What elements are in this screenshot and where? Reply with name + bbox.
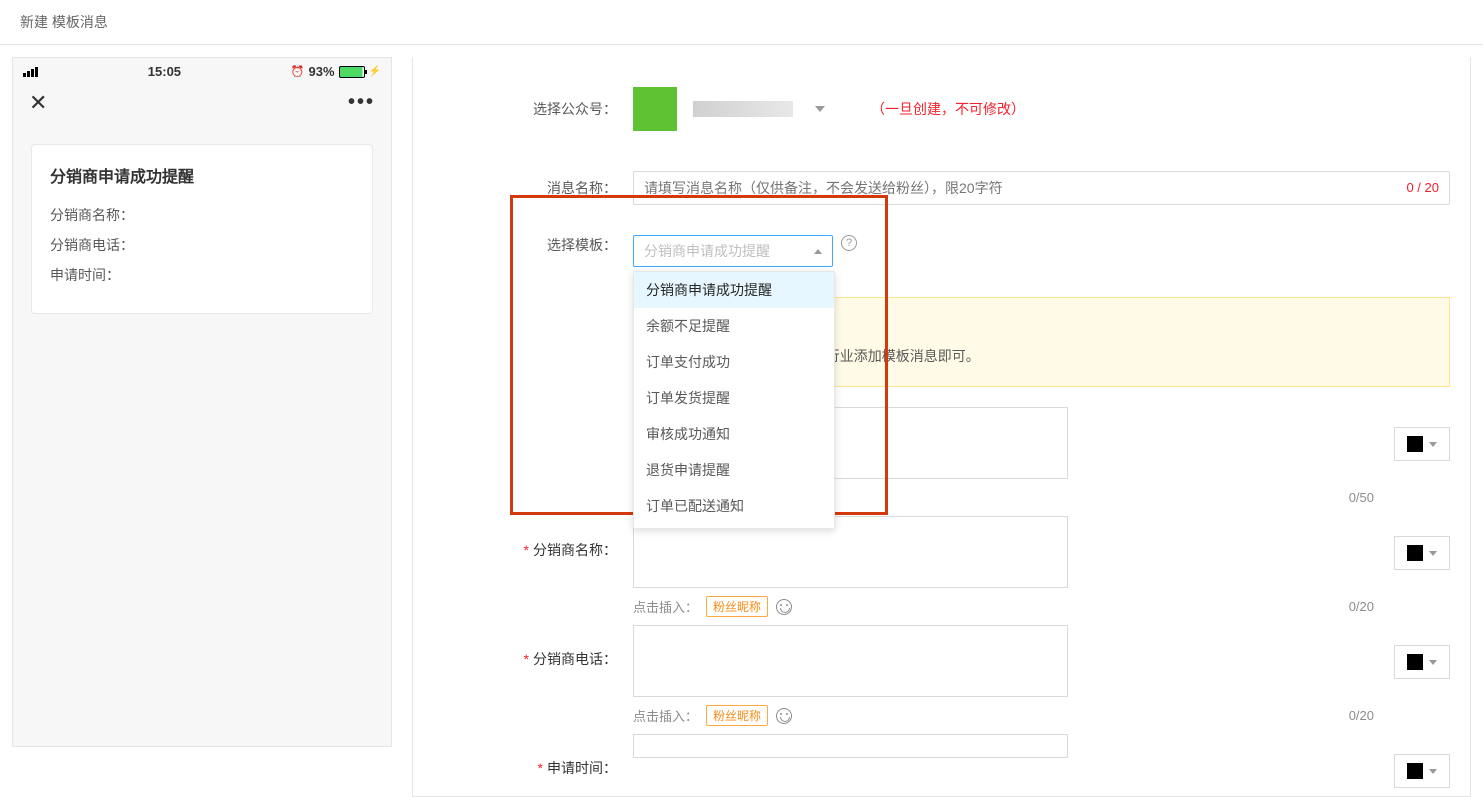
dropdown-option[interactable]: 退货申请提醒 — [634, 452, 834, 488]
color-picker[interactable] — [1394, 536, 1450, 570]
dropdown-option[interactable]: 审核成功通知 — [634, 416, 834, 452]
chevron-down-icon — [1429, 442, 1437, 447]
message-name-label: 消息名称： — [433, 178, 633, 198]
distributor-phone-textarea[interactable] — [633, 625, 1068, 697]
preview-row: 分销商名称： — [50, 205, 354, 225]
field-label-distributor-phone: *分销商电话： — [433, 625, 633, 669]
charging-icon: ⚡ — [369, 66, 381, 77]
phone-time: 15:05 — [148, 64, 181, 79]
account-label: 选择公众号： — [433, 99, 633, 119]
chevron-up-icon — [814, 249, 822, 254]
char-count: 0/20 — [1349, 599, 1374, 614]
color-swatch — [1407, 654, 1423, 670]
chevron-down-icon[interactable] — [815, 106, 825, 112]
chevron-down-icon — [1429, 551, 1437, 556]
preview-row: 申请时间： — [50, 265, 354, 285]
alarm-icon: ⏰ — [291, 65, 305, 78]
dropdown-option[interactable]: 订单发货提醒 — [634, 380, 834, 416]
dropdown-option[interactable]: 订单支付成功 — [634, 344, 834, 380]
color-swatch — [1407, 545, 1423, 561]
form-panel: 选择公众号： （一旦创建，不可修改） 消息名称： 0 / 20 选择模板： 分销… — [412, 57, 1471, 797]
color-picker[interactable] — [1394, 754, 1450, 788]
template-selected-value: 分销商申请成功提醒 — [644, 241, 770, 261]
insert-nickname-tag[interactable]: 粉丝昵称 — [706, 596, 768, 617]
dropdown-option[interactable]: 分销商申请成功提醒 — [634, 272, 834, 308]
preview-card: 分销商申请成功提醒 分销商名称： 分销商电话： 申请时间： — [31, 144, 373, 314]
phone-preview-panel: 15:05 ⏰ 93% ⚡ ✕ ••• 分销商申请成功提醒 分销商名称： 分销商… — [12, 57, 392, 747]
account-name-placeholder — [693, 101, 793, 117]
insert-label: 点击插入： — [633, 706, 698, 725]
color-swatch — [1407, 763, 1423, 779]
char-count: 0/20 — [1349, 708, 1374, 723]
dropdown-option[interactable]: 余额不足提醒 — [634, 308, 834, 344]
insert-nickname-tag[interactable]: 粉丝昵称 — [706, 705, 768, 726]
more-icon[interactable]: ••• — [348, 91, 375, 114]
battery-icon — [339, 66, 365, 78]
color-picker[interactable] — [1394, 645, 1450, 679]
message-name-input[interactable] — [634, 172, 1396, 204]
template-dropdown: 分销商申请成功提醒 余额不足提醒 订单支付成功 订单发货提醒 审核成功通知 退货… — [633, 271, 835, 529]
page-title: 新建 模板消息 — [0, 0, 1483, 45]
emoji-icon[interactable] — [776, 708, 792, 724]
dropdown-option[interactable]: 订单完成通知 — [634, 524, 834, 529]
message-name-input-wrapper: 0 / 20 — [633, 171, 1450, 205]
preview-title: 分销商申请成功提醒 — [50, 163, 354, 187]
close-icon[interactable]: ✕ — [29, 92, 47, 114]
template-select[interactable]: 分销商申请成功提醒 分销商申请成功提醒 余额不足提醒 订单支付成功 订单发货提醒… — [633, 235, 833, 267]
lock-warning: （一旦创建，不可修改） — [871, 99, 1025, 119]
chevron-down-icon — [1429, 660, 1437, 665]
field-label-apply-time: *申请时间： — [433, 734, 633, 778]
signal-icon — [23, 67, 38, 77]
dropdown-option[interactable]: 订单已配送通知 — [634, 488, 834, 524]
color-swatch — [1407, 436, 1423, 452]
battery-percent: 93% — [309, 64, 335, 79]
message-name-counter: 0 / 20 — [1396, 172, 1449, 204]
template-label: 选择模板： — [433, 235, 633, 255]
account-avatar — [633, 87, 677, 131]
chevron-down-icon — [1429, 769, 1437, 774]
help-icon[interactable]: ? — [841, 235, 857, 251]
phone-status-bar: 15:05 ⏰ 93% ⚡ — [13, 58, 391, 85]
field-label-distributor-name: *分销商名称： — [433, 516, 633, 560]
color-picker[interactable] — [1394, 427, 1450, 461]
emoji-icon[interactable] — [776, 599, 792, 615]
insert-label: 点击插入： — [633, 597, 698, 616]
preview-row: 分销商电话： — [50, 235, 354, 255]
apply-time-textarea[interactable] — [633, 734, 1068, 758]
char-count: 0/50 — [1349, 490, 1374, 505]
